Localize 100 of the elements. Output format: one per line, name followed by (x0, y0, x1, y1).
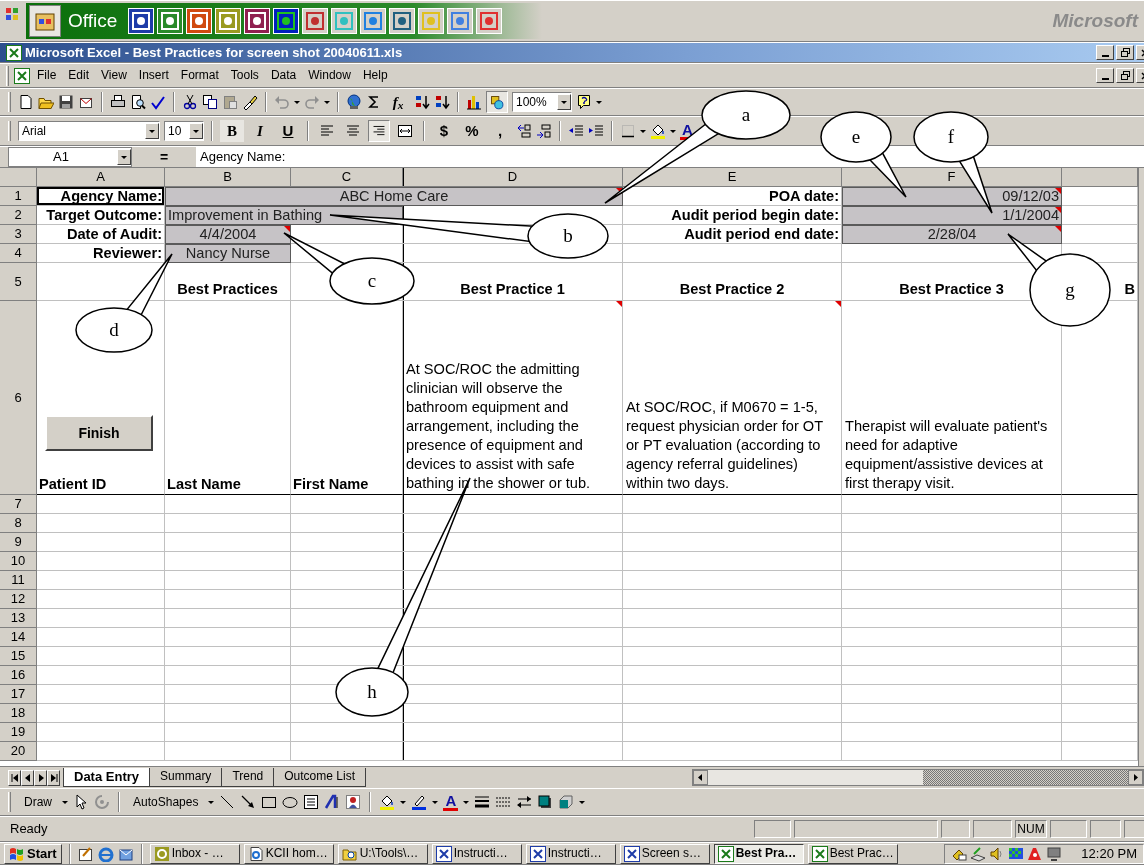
spelling-check-icon[interactable] (150, 94, 166, 110)
increase-decimal-icon[interactable] (516, 123, 532, 139)
text-box-icon[interactable] (303, 794, 320, 810)
font-size-dropdown[interactable]: 10 (164, 121, 204, 141)
save-icon[interactable] (58, 94, 74, 110)
fill-color-icon[interactable] (650, 123, 666, 139)
taskbar-button[interactable]: Screen s… (619, 843, 710, 864)
restore-button[interactable] (1116, 45, 1134, 60)
font-dropdown[interactable]: Arial (18, 121, 160, 141)
row-header[interactable]: 1 (0, 187, 37, 206)
row-header[interactable]: 15 (0, 647, 37, 666)
zoom-dropdown[interactable]: 100% (512, 92, 572, 112)
column-header[interactable]: D (403, 168, 623, 187)
app-shortcut-icon[interactable] (331, 8, 358, 34)
print-icon[interactable] (110, 94, 126, 110)
drawing-toggle-icon[interactable] (486, 91, 508, 113)
menu-item[interactable]: Help (357, 66, 393, 85)
next-sheet-button[interactable] (34, 769, 47, 786)
draw-menu[interactable]: Draw (19, 792, 57, 812)
autoshapes-menu[interactable]: AutoShapes (128, 792, 204, 812)
dash-style-icon[interactable] (495, 794, 512, 810)
taskbar-button[interactable]: Inbox - … (149, 843, 240, 864)
row-header[interactable]: 17 (0, 685, 37, 704)
input-cell[interactable]: ABC Home Care (165, 187, 623, 206)
taskbar-button[interactable]: Best Prac… (807, 843, 898, 864)
app-shortcut-icon[interactable] (128, 8, 155, 34)
dropdown-caret-icon[interactable] (62, 798, 68, 806)
borders-icon[interactable] (620, 123, 636, 139)
first-sheet-button[interactable] (8, 769, 21, 786)
app-shortcut-icon[interactable] (273, 8, 300, 34)
input-cell[interactable]: Improvement in Bathing (165, 206, 403, 225)
input-cell[interactable]: 2/28/04 (842, 225, 1062, 244)
dropdown-caret-icon[interactable] (324, 98, 330, 106)
taskbar-button[interactable]: KCII hom… (243, 843, 334, 864)
dropdown-caret-icon[interactable] (208, 798, 215, 806)
percent-button[interactable]: % (460, 120, 484, 142)
app-shortcut-icon[interactable] (389, 8, 416, 34)
dropdown-caret-icon[interactable] (670, 127, 676, 135)
cut-icon[interactable] (182, 94, 198, 110)
row-header[interactable]: 3 (0, 225, 37, 244)
decrease-indent-icon[interactable] (568, 123, 584, 139)
increase-indent-icon[interactable] (588, 123, 604, 139)
app-shortcut-icon[interactable] (244, 8, 271, 34)
row-header[interactable]: 4 (0, 244, 37, 263)
scroll-right-icon[interactable] (1128, 770, 1143, 785)
menu-item[interactable]: Edit (63, 66, 95, 85)
taskbar-button[interactable]: Instructi… (525, 843, 616, 864)
horizontal-scrollbar[interactable] (692, 769, 1144, 786)
overflow-caret-icon[interactable] (579, 798, 586, 806)
taskbar-button[interactable]: U:\Tools\… (337, 843, 428, 864)
restore-button[interactable] (1116, 68, 1134, 83)
currency-button[interactable]: $ (432, 120, 456, 142)
row-header[interactable]: 10 (0, 552, 37, 571)
globe-icon[interactable] (346, 94, 362, 110)
overflow-caret-icon[interactable] (596, 98, 602, 106)
dropdown-caret-icon[interactable] (294, 98, 300, 106)
sheet-tab[interactable]: Outcome List (273, 767, 366, 788)
pointer-icon[interactable] (73, 794, 89, 810)
vertical-scrollbar[interactable] (1138, 168, 1144, 766)
sort-ascending-icon[interactable] (414, 94, 430, 110)
app-shortcut-icon[interactable] (302, 8, 329, 34)
arrow-icon[interactable] (240, 794, 257, 810)
format-painter-icon[interactable] (242, 94, 258, 110)
row-header[interactable]: 14 (0, 628, 37, 647)
print-preview-icon[interactable] (130, 94, 146, 110)
row-header[interactable]: 19 (0, 723, 37, 742)
column-header[interactable]: A (37, 168, 165, 187)
copy-icon[interactable] (202, 94, 218, 110)
flag-icon[interactable] (1008, 845, 1025, 862)
input-cell[interactable]: 4/4/2004 (165, 225, 291, 244)
new-file-icon[interactable] (18, 94, 34, 110)
menu-item[interactable]: Data (265, 66, 302, 85)
office-button-icon[interactable] (29, 5, 61, 37)
dropdown-caret-icon[interactable] (640, 127, 646, 135)
start-button[interactable]: Start (4, 843, 62, 864)
row-header[interactable]: 6 (0, 301, 37, 495)
minimize-button[interactable] (1096, 45, 1114, 60)
dropdown-caret-icon[interactable] (463, 798, 470, 806)
input-cell[interactable]: 09/12/03 (842, 187, 1062, 206)
column-header[interactable] (1062, 168, 1138, 187)
minimize-button[interactable] (1096, 68, 1114, 83)
decrease-decimal-icon[interactable] (536, 123, 552, 139)
3d-cube-icon[interactable] (558, 794, 575, 810)
menu-item[interactable]: Window (303, 66, 356, 85)
previous-sheet-button[interactable] (21, 769, 34, 786)
menu-item[interactable]: Format (175, 66, 224, 85)
taskbar-button[interactable]: Best Pra… (713, 843, 804, 864)
dropdown-caret-icon[interactable] (432, 798, 439, 806)
column-header[interactable]: C (291, 168, 403, 187)
row-header[interactable]: 12 (0, 590, 37, 609)
line-color-icon[interactable] (411, 794, 428, 810)
row-header[interactable]: 16 (0, 666, 37, 685)
row-header[interactable]: 18 (0, 704, 37, 723)
rectangle-icon[interactable] (261, 794, 278, 810)
app-shortcut-icon[interactable] (157, 8, 184, 34)
underline-button[interactable]: U (276, 120, 300, 142)
select-all-corner[interactable] (0, 168, 37, 187)
row-header[interactable]: 20 (0, 742, 37, 761)
row-header[interactable]: 13 (0, 609, 37, 628)
network-icon[interactable] (970, 845, 987, 862)
